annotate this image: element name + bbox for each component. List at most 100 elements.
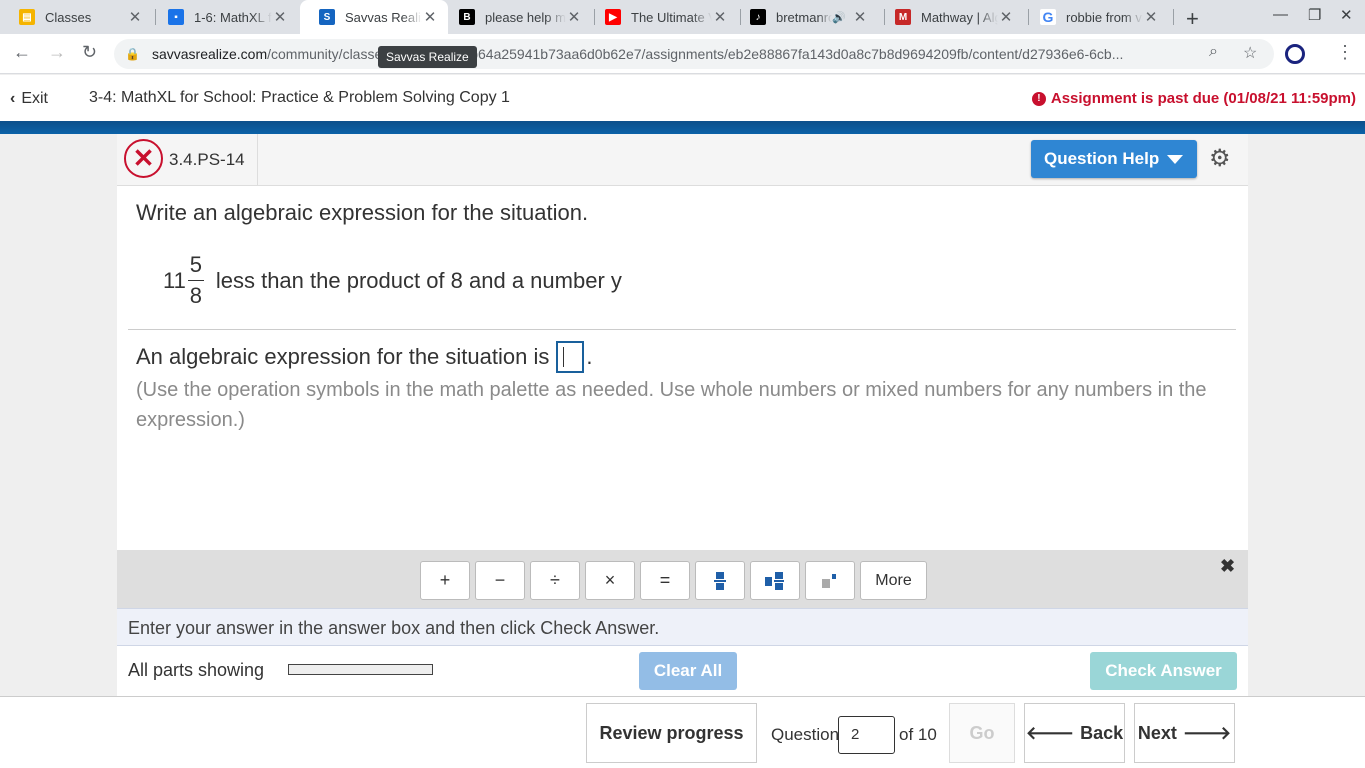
- browser-tab-tiktok[interactable]: ♪ bretmanrock 🔊 ✕: [731, 0, 878, 34]
- fraction-button[interactable]: [695, 561, 745, 600]
- all-parts-label: All parts showing: [128, 660, 265, 680]
- exponent-button[interactable]: [805, 561, 855, 600]
- multiply-button[interactable]: ×: [585, 561, 635, 600]
- tab-tooltip: Savvas Realize: [378, 46, 477, 68]
- browser-tab-mathxl[interactable]: ▪ 1-6: MathXL for School ✕: [149, 0, 298, 34]
- tab-title: Mathway | Algebra: [921, 9, 998, 25]
- zoom-icon[interactable]: ⌕: [1209, 43, 1218, 61]
- exponent-icon: [822, 573, 836, 588]
- plus-button[interactable]: +: [420, 561, 470, 600]
- browser-menu-icon[interactable]: ⋮: [1336, 42, 1354, 63]
- google-classroom-icon: ▤: [19, 9, 35, 25]
- fraction-denominator: 8: [189, 283, 202, 308]
- divide-button[interactable]: ÷: [530, 561, 580, 600]
- google-icon: G: [1040, 9, 1056, 25]
- window-close-icon[interactable]: ✕: [1340, 6, 1353, 24]
- back-label: Back: [1080, 722, 1124, 743]
- exit-label: Exit: [21, 90, 48, 107]
- gear-icon[interactable]: ⚙: [1209, 144, 1231, 173]
- close-tab-icon[interactable]: ✕: [272, 8, 288, 26]
- tab-title: Savvas Realize: [345, 9, 422, 25]
- browser-tab-classes[interactable]: ▤ Classes ✕: [0, 0, 153, 34]
- bookmark-star-icon[interactable]: ☆: [1243, 43, 1257, 63]
- more-button[interactable]: More: [860, 561, 927, 600]
- address-bar[interactable]: 🔒 savvasrealize.com /community/classes/8…: [114, 39, 1274, 69]
- question-help-button[interactable]: Question Help: [1031, 140, 1197, 178]
- question-label: Question: [771, 725, 840, 744]
- review-progress-button[interactable]: Review progress: [586, 703, 757, 763]
- question-panel: ✕ 3.4.PS-14 Question Help ⚙ Write an alg…: [117, 134, 1248, 696]
- mixed-number-icon: [765, 571, 784, 590]
- answer-box[interactable]: [556, 341, 585, 373]
- mixed-number-button[interactable]: [750, 561, 800, 600]
- brainly-icon: B: [459, 9, 475, 25]
- minus-button[interactable]: −: [475, 561, 525, 600]
- equals-button[interactable]: =: [640, 561, 690, 600]
- close-tab-icon[interactable]: ✕: [712, 8, 728, 26]
- arrow-right-icon: 🡒: [1182, 722, 1232, 743]
- browser-toolbar: ← → ↻ 🔒 savvasrealize.com /community/cla…: [0, 34, 1365, 74]
- reload-icon[interactable]: ↻: [82, 42, 97, 63]
- incorrect-icon: ✕: [124, 139, 163, 178]
- answer-prompt: An algebraic expression for the situatio…: [136, 344, 550, 369]
- tab-title: The Ultimate Vine: [631, 9, 712, 25]
- situation-expression: 11 5 8 less than the product of 8 and a …: [163, 252, 622, 309]
- classroom-assignment-icon: ▪: [168, 9, 184, 25]
- math-palette: + − ÷ × = More ✖: [117, 550, 1248, 608]
- caret-down-icon: [1167, 154, 1184, 164]
- forward-arrow-icon[interactable]: →: [48, 42, 66, 63]
- back-arrow-icon[interactable]: ←: [13, 42, 31, 63]
- lock-icon[interactable]: 🔒: [125, 47, 140, 61]
- chevron-left-icon: ‹: [10, 90, 16, 107]
- question-total: of 10: [899, 725, 937, 744]
- new-tab-button[interactable]: +: [1186, 6, 1199, 32]
- close-tab-icon[interactable]: ✕: [998, 8, 1014, 26]
- clear-all-button[interactable]: Clear All: [639, 652, 737, 690]
- question-instruction: Write an algebraic expression for the si…: [136, 200, 589, 225]
- browser-tab-youtube[interactable]: ▶ The Ultimate Vine ✕: [586, 0, 738, 34]
- close-tab-icon[interactable]: ✕: [852, 8, 868, 26]
- answer-hint: (Use the operation symbols in the math p…: [136, 379, 1207, 431]
- next-button[interactable]: Next 🡒: [1134, 703, 1235, 763]
- close-palette-icon[interactable]: ✖: [1220, 556, 1235, 577]
- parts-progress-bar: [288, 664, 433, 675]
- minimize-icon[interactable]: —: [1273, 6, 1288, 23]
- tab-title: Classes: [45, 9, 92, 25]
- assignment-title: 3-4: MathXL for School: Practice & Probl…: [89, 89, 510, 106]
- restore-icon[interactable]: ❐: [1308, 6, 1321, 24]
- fraction-numerator: 5: [189, 252, 202, 277]
- fraction-bar: [187, 280, 204, 281]
- exit-link[interactable]: ‹ Exit: [10, 90, 48, 108]
- tab-separator: [1173, 9, 1174, 25]
- close-tab-icon[interactable]: ✕: [127, 8, 143, 26]
- answer-period: .: [586, 344, 593, 369]
- browser-tab-brainly[interactable]: B please help me ✕: [440, 0, 592, 34]
- back-button[interactable]: 🡐 Back: [1024, 703, 1125, 763]
- browser-tab-google[interactable]: G robbie from victorious ✕: [1021, 0, 1169, 34]
- question-number-input[interactable]: 2: [838, 716, 895, 754]
- situation-text: less than the product of 8 and a number …: [215, 267, 622, 293]
- close-tab-icon[interactable]: ✕: [1143, 8, 1159, 26]
- close-tab-icon[interactable]: ✕: [422, 8, 438, 26]
- divider: [128, 329, 1236, 330]
- past-due-text: Assignment is past due (01/08/21 11:59pm…: [1050, 90, 1356, 107]
- tiktok-icon: ♪: [750, 9, 766, 25]
- close-tab-icon[interactable]: ✕: [566, 8, 582, 26]
- browser-tab-mathway[interactable]: M Mathway | Algebra ✕: [876, 0, 1024, 34]
- check-answer-button[interactable]: Check Answer: [1090, 652, 1237, 690]
- app-header: ‹ Exit 3-4: MathXL for School: Practice &…: [0, 75, 1365, 121]
- tab-title: 1-6: MathXL for School: [194, 9, 272, 25]
- instruction-bar: Enter your answer in the answer box and …: [117, 608, 1248, 646]
- past-due-notice: ! Assignment is past due (01/08/21 11:59…: [1031, 90, 1356, 107]
- question-help-label: Question Help: [1044, 149, 1160, 168]
- extension-icon[interactable]: [1285, 44, 1305, 64]
- arrow-left-icon: 🡐: [1025, 722, 1075, 743]
- browser-tab-savvas[interactable]: S Savvas Realize ✕: [300, 0, 448, 34]
- tab-title: robbie from victorious: [1066, 9, 1143, 25]
- footer-nav: Review progress Question 2 of 10 Go 🡐 Bac…: [0, 696, 1365, 768]
- speaker-icon[interactable]: 🔊: [832, 11, 846, 24]
- go-button[interactable]: Go: [949, 703, 1015, 763]
- answer-line: An algebraic expression for the situatio…: [136, 341, 592, 373]
- header-divider-bar: [0, 121, 1365, 134]
- fraction-icon: [714, 571, 726, 590]
